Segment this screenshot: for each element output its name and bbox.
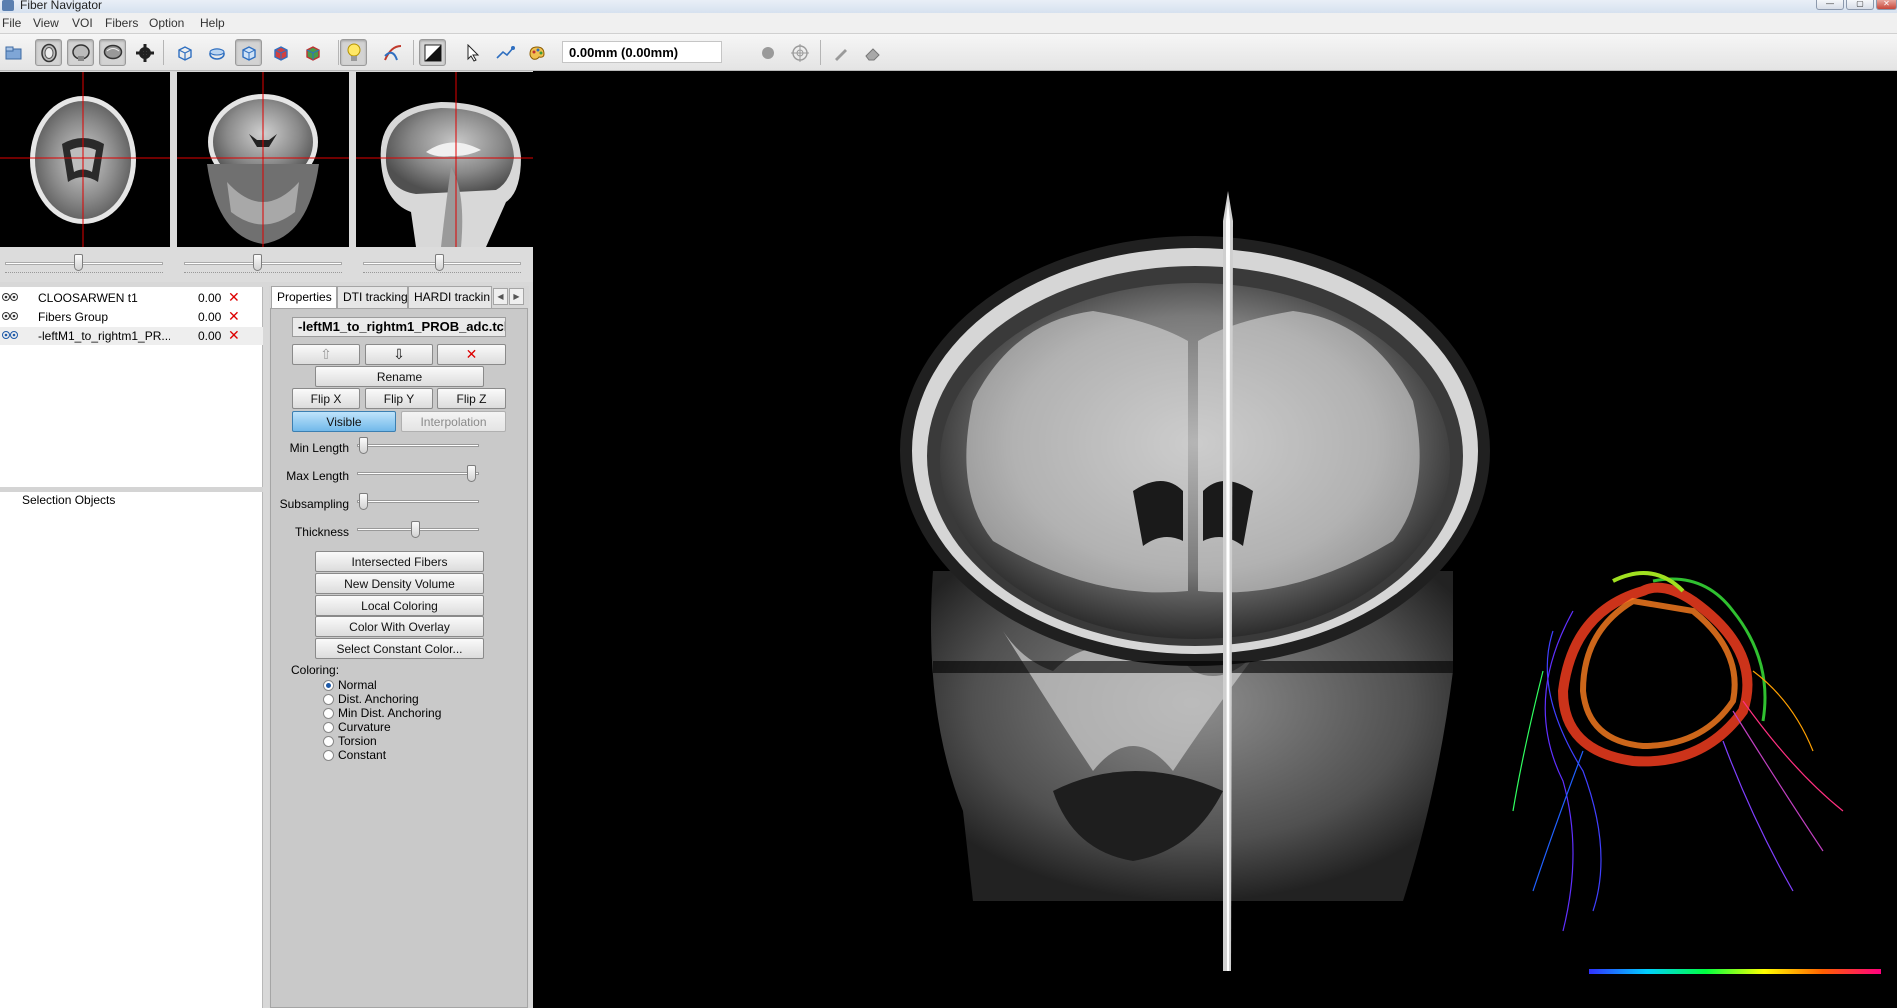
dataset-name: -leftM1_to_rightm1_PR...: [38, 329, 170, 343]
multi-cube-icon[interactable]: [299, 39, 326, 66]
fibers-icon[interactable]: [379, 39, 406, 66]
sagittal-slice-slider[interactable]: [363, 252, 521, 276]
intersected-fibers-button[interactable]: Intersected Fibers: [315, 551, 484, 572]
delete-icon[interactable]: ✕: [228, 290, 240, 304]
lightbulb-icon[interactable]: [340, 39, 367, 66]
axial-view-icon[interactable]: [35, 39, 62, 66]
maximize-button[interactable]: ▢: [1846, 0, 1874, 10]
minimize-button[interactable]: —: [1816, 0, 1844, 10]
dataset-row[interactable]: Fibers Group 0.00 ✕: [0, 308, 263, 326]
dataset-list: CLOOSARWEN t1 0.00 ✕ Fibers Group 0.00 ✕…: [0, 287, 263, 487]
contrast-icon[interactable]: [419, 39, 446, 66]
tab-scroll-right-icon[interactable]: ▶: [509, 288, 524, 305]
color-cube-icon[interactable]: [267, 39, 294, 66]
menu-view[interactable]: View: [33, 16, 59, 30]
axial-slice-slider[interactable]: [5, 252, 163, 276]
flip-x-button[interactable]: Flip X: [292, 388, 360, 409]
local-coloring-button[interactable]: Local Coloring: [315, 595, 484, 616]
coronal-slice-view[interactable]: [177, 72, 349, 247]
axial-slice-view[interactable]: [0, 72, 170, 247]
subsampling-label: Subsampling: [279, 497, 349, 511]
pen-icon[interactable]: [827, 39, 854, 66]
subsampling-slider[interactable]: [357, 492, 479, 512]
close-window-button[interactable]: ✕: [1876, 0, 1897, 10]
dataset-value: 0.00: [198, 310, 222, 324]
dataset-row[interactable]: -leftM1_to_rightm1_PR... 0.00 ✕: [0, 327, 263, 345]
move-down-button[interactable]: ⇩: [365, 344, 433, 365]
eraser-icon[interactable]: [859, 39, 886, 66]
selection-objects-panel: Selection Objects: [0, 492, 263, 1008]
tab-properties[interactable]: Properties: [271, 286, 337, 309]
pointer-icon[interactable]: [459, 39, 486, 66]
new-density-volume-button[interactable]: New Density Volume: [315, 573, 484, 594]
eye-icon[interactable]: [2, 311, 18, 321]
coronal-view-icon[interactable]: [67, 39, 94, 66]
coordinate-display: 0.00mm (0.00mm): [562, 41, 722, 63]
fiber-tracts-render: [1512, 571, 1844, 932]
window-title: Fiber Navigator: [20, 0, 103, 12]
title-bar: Fiber Navigator — ▢ ✕: [0, 0, 1897, 13]
thickness-label: Thickness: [294, 525, 349, 539]
ellipse-icon[interactable]: [203, 39, 230, 66]
3d-viewport[interactable]: [533, 71, 1897, 1008]
crosshair-icon[interactable]: [786, 39, 813, 66]
sagittal-view-icon[interactable]: [99, 39, 126, 66]
cube-icon[interactable]: [171, 39, 198, 66]
min-length-slider[interactable]: [357, 436, 479, 456]
color-palette-icon[interactable]: [523, 39, 550, 66]
cube-selection-icon[interactable]: [235, 39, 262, 66]
menu-voi[interactable]: VOI: [72, 16, 93, 30]
dataset-value: 0.00: [198, 329, 222, 343]
delete-icon[interactable]: ✕: [228, 309, 240, 323]
arrow-down-icon: ⇩: [393, 346, 405, 362]
delete-icon: ✕: [465, 346, 478, 362]
tab-hardi-tracking[interactable]: HARDI trackin: [408, 286, 492, 308]
flip-y-button[interactable]: Flip Y: [365, 388, 433, 409]
draw-line-icon[interactable]: [491, 39, 518, 66]
gear-icon[interactable]: [131, 39, 158, 66]
tab-scroll-left-icon[interactable]: ◀: [493, 288, 508, 305]
color-scale-bar: [1589, 969, 1881, 974]
menu-file[interactable]: File: [2, 16, 21, 30]
max-length-slider[interactable]: [357, 464, 479, 484]
max-length-label: Max Length: [286, 469, 349, 483]
coronal-slice-slider[interactable]: [184, 252, 342, 276]
eye-icon[interactable]: [2, 330, 18, 340]
delete-button[interactable]: ✕: [437, 344, 506, 365]
menu-fibers[interactable]: Fibers: [105, 16, 138, 30]
menu-option[interactable]: Option: [149, 16, 184, 30]
fiber-name-field: -leftM1_to_rightm1_PROB_adc.tck: [292, 317, 506, 337]
color-with-overlay-button[interactable]: Color With Overlay: [315, 616, 484, 637]
sagittal-slice-view[interactable]: [356, 72, 533, 247]
dataset-value: 0.00: [198, 291, 222, 305]
interpolation-toggle[interactable]: Interpolation: [401, 411, 506, 432]
eye-icon[interactable]: [2, 292, 18, 302]
circle-icon[interactable]: [754, 39, 781, 66]
tab-dti-tracking[interactable]: DTI tracking: [337, 286, 408, 308]
menu-help[interactable]: Help: [200, 16, 225, 30]
slice-views: [0, 72, 533, 282]
app-icon: [2, 0, 14, 11]
dataset-name: Fibers Group: [38, 310, 109, 324]
dataset-row[interactable]: CLOOSARWEN t1 0.00 ✕: [0, 289, 263, 307]
min-length-label: Min Length: [289, 441, 349, 455]
rename-button[interactable]: Rename: [315, 366, 484, 387]
open-file-icon[interactable]: [0, 39, 27, 66]
delete-icon[interactable]: ✕: [228, 328, 240, 342]
flip-z-button[interactable]: Flip Z: [437, 388, 506, 409]
visible-toggle[interactable]: Visible: [292, 411, 396, 432]
move-up-button[interactable]: ⇧: [292, 344, 360, 365]
dataset-name: CLOOSARWEN t1: [38, 291, 138, 305]
coloring-label: Coloring:: [291, 663, 340, 677]
thickness-slider[interactable]: [357, 520, 479, 540]
properties-panel: Properties DTI tracking HARDI trackin ◀ …: [269, 286, 529, 1008]
menu-bar: File View VOI Fibers Option Help: [0, 13, 1897, 34]
select-constant-color-button[interactable]: Select Constant Color...: [315, 638, 484, 659]
properties-body: -leftM1_to_rightm1_PROB_adc.tck ⇧ ⇩ ✕ Re…: [270, 308, 528, 1008]
toolbar: 0.00mm (0.00mm): [0, 34, 1897, 71]
arrow-up-icon: ⇧: [320, 346, 332, 362]
selection-objects-header: Selection Objects: [22, 493, 116, 507]
